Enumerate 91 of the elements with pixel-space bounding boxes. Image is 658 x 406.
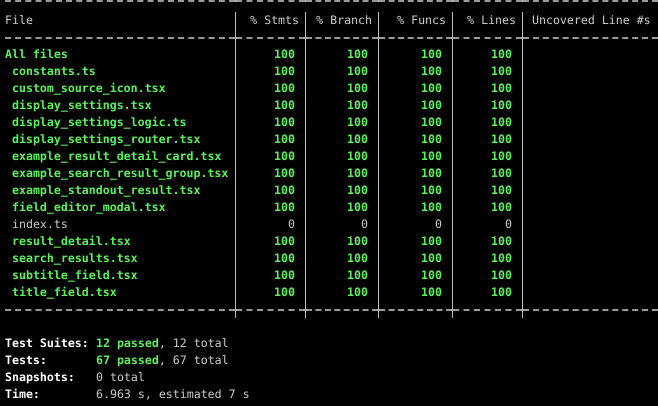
- coverage-value: 100: [491, 132, 512, 146]
- coverage-value: 100: [347, 251, 368, 265]
- coverage-value: 100: [347, 149, 368, 163]
- coverage-value: 100: [274, 251, 295, 265]
- coverage-value: 100: [491, 64, 512, 78]
- file-name: constants.ts: [12, 64, 96, 78]
- coverage-value: 100: [274, 149, 295, 163]
- coverage-value: 100: [274, 166, 295, 180]
- coverage-value: 100: [274, 200, 295, 214]
- file-name: display_settings_router.tsx: [12, 132, 200, 146]
- file-name: field_editor_modal.tsx: [12, 200, 166, 214]
- file-name: custom_source_icon.tsx: [12, 81, 166, 95]
- coverage-value: 100: [421, 64, 442, 78]
- coverage-value: 100: [491, 166, 512, 180]
- coverage-value: 100: [421, 47, 442, 61]
- coverage-value: 100: [421, 234, 442, 248]
- coverage-value: 100: [421, 166, 442, 180]
- coverage-value: 100: [421, 251, 442, 265]
- coverage-value: 100: [274, 115, 295, 129]
- coverage-value: 100: [274, 183, 295, 197]
- coverage-value: 100: [421, 132, 442, 146]
- summary-label: Test Suites:: [5, 335, 90, 352]
- file-name: display_settings_logic.ts: [12, 115, 187, 129]
- summary-value: , 67 total: [158, 352, 229, 369]
- file-name: example_standout_result.tsx: [12, 183, 200, 197]
- summary-value: 0 total: [96, 369, 145, 386]
- file-name: example_search_result_group.tsx: [12, 166, 228, 180]
- coverage-value: 100: [421, 115, 442, 129]
- coverage-value: 100: [347, 285, 368, 299]
- coverage-value: 100: [274, 234, 295, 248]
- coverage-value: 100: [421, 183, 442, 197]
- coverage-value: 100: [491, 149, 512, 163]
- passed-count: 67 passed: [96, 352, 159, 369]
- file-name: index.ts: [12, 217, 68, 231]
- coverage-value: 100: [274, 285, 295, 299]
- coverage-value: 100: [347, 81, 368, 95]
- coverage-value: 100: [421, 200, 442, 214]
- coverage-value: 100: [274, 64, 295, 78]
- coverage-value: 100: [491, 81, 512, 95]
- coverage-value: 100: [491, 200, 512, 214]
- coverage-value: 100: [274, 81, 295, 95]
- file-name: result_detail.tsx: [12, 234, 131, 248]
- column-header: File: [5, 13, 33, 27]
- coverage-value: 100: [491, 268, 512, 282]
- coverage-value: 100: [491, 234, 512, 248]
- column-header: % Branch: [316, 13, 372, 27]
- coverage-value: 100: [491, 47, 512, 61]
- coverage-value: 100: [347, 234, 368, 248]
- file-name: subtitle_field.tsx: [12, 268, 138, 282]
- passed-count: 12 passed: [96, 335, 159, 352]
- coverage-value: 100: [347, 115, 368, 129]
- coverage-value: 100: [491, 285, 512, 299]
- coverage-value: 100: [347, 98, 368, 112]
- coverage-value: 100: [421, 285, 442, 299]
- coverage-value: 100: [421, 268, 442, 282]
- coverage-value: 100: [347, 166, 368, 180]
- coverage-value: 100: [274, 47, 295, 61]
- column-header: Uncovered Line #s: [532, 13, 651, 27]
- summary-value: , 12 total: [158, 335, 229, 352]
- column-header: % Lines: [467, 13, 516, 27]
- summary-label: Time:: [5, 386, 41, 403]
- coverage-value: 0: [288, 217, 295, 231]
- coverage-value: 100: [491, 98, 512, 112]
- coverage-value: 0: [435, 217, 442, 231]
- coverage-value: 100: [491, 251, 512, 265]
- coverage-value: 100: [347, 47, 368, 61]
- coverage-value: 100: [347, 183, 368, 197]
- coverage-value: 100: [421, 98, 442, 112]
- coverage-value: 0: [361, 217, 368, 231]
- file-name: search_results.tsx: [12, 251, 138, 265]
- coverage-value: 100: [347, 64, 368, 78]
- coverage-value: 100: [347, 132, 368, 146]
- coverage-value: 100: [347, 268, 368, 282]
- coverage-value: 100: [491, 115, 512, 129]
- summary-label: Tests:: [5, 352, 48, 369]
- file-name: title_field.tsx: [12, 285, 117, 299]
- file-name: All files: [5, 47, 68, 61]
- coverage-value: 100: [347, 200, 368, 214]
- column-header: % Funcs: [397, 13, 446, 27]
- summary-label: Snapshots:: [5, 369, 76, 386]
- file-name: example_result_detail_card.tsx: [12, 149, 222, 163]
- summary-value: 6.963 s, estimated 7 s: [96, 386, 250, 403]
- coverage-value: 100: [274, 268, 295, 282]
- coverage-value: 100: [274, 132, 295, 146]
- coverage-value: 0: [505, 217, 512, 231]
- coverage-value: 100: [491, 183, 512, 197]
- file-name: display_settings.tsx: [12, 98, 152, 112]
- coverage-value: 100: [274, 98, 295, 112]
- coverage-value: 100: [421, 149, 442, 163]
- column-header: % Stmts: [250, 13, 299, 27]
- coverage-value: 100: [421, 81, 442, 95]
